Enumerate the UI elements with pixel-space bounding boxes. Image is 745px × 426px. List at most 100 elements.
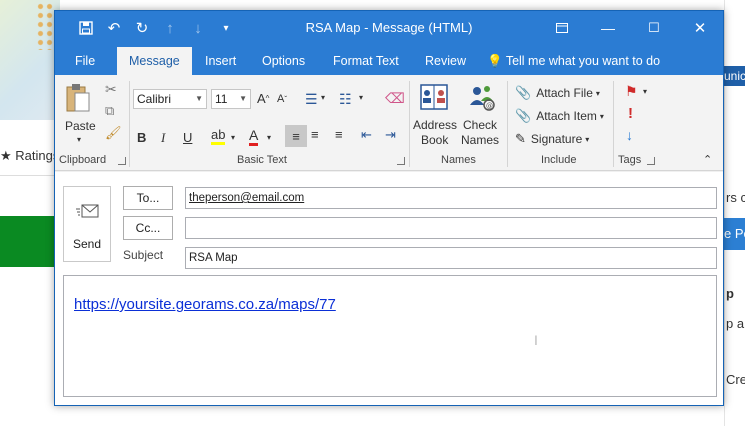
title-bar: ↶ ↻ ↑ ↓ ▾ RSA Map - Message (HTML) — ☐ ✕ xyxy=(55,11,723,45)
text-cursor-icon: I xyxy=(534,332,538,348)
tab-review[interactable]: Review xyxy=(413,47,478,75)
bold-icon[interactable]: B xyxy=(137,130,146,145)
background-right-text: p xyxy=(726,286,734,301)
increase-indent-icon[interactable]: ⇥ xyxy=(385,127,396,143)
grow-font-icon[interactable]: A ^ xyxy=(257,91,269,106)
clear-formatting-icon[interactable]: ⌫ xyxy=(385,90,405,107)
group-separator xyxy=(409,81,410,167)
message-body[interactable]: https://yoursite.georams.co.za/maps/77 I xyxy=(63,275,717,397)
bullets-icon[interactable]: ☰ xyxy=(305,91,318,108)
tags-launcher-icon[interactable] xyxy=(647,157,655,165)
font-size-select[interactable]: 11 ▼ xyxy=(211,89,251,109)
underline-icon[interactable]: U xyxy=(183,130,192,145)
numbering-icon[interactable]: ☷ xyxy=(339,91,352,108)
cut-icon[interactable]: ✂ xyxy=(105,81,117,98)
align-center-icon[interactable]: ≡ xyxy=(311,127,319,142)
down-arrow-icon[interactable]: ↓ xyxy=(189,19,207,37)
attach-file-button[interactable]: 📎 Attach File ▾ xyxy=(515,85,600,101)
cc-button[interactable]: Cc... xyxy=(123,216,173,240)
ribbon-display-icon[interactable] xyxy=(539,11,585,45)
to-field[interactable]: theperson@email.com xyxy=(185,187,717,209)
background-divider xyxy=(0,175,55,176)
tab-message[interactable]: Message xyxy=(117,47,192,75)
send-icon xyxy=(76,203,100,222)
font-color-icon[interactable]: A xyxy=(249,127,259,146)
chevron-down-icon: ▾ xyxy=(599,111,604,121)
group-separator xyxy=(507,81,508,167)
tab-options[interactable]: Options xyxy=(250,47,317,75)
check-names-label[interactable]: Check xyxy=(463,118,497,132)
clipboard-launcher-icon[interactable] xyxy=(118,157,126,165)
background-ratings: ★ Ratings xyxy=(0,148,60,163)
background-right-panel xyxy=(724,0,745,426)
chevron-down-icon[interactable]: ▾ xyxy=(231,133,235,142)
address-book-label[interactable]: Address xyxy=(413,118,457,132)
send-button[interactable]: Send xyxy=(63,186,111,262)
lightbulb-icon: 💡 xyxy=(487,54,503,68)
signature-icon: ✎ xyxy=(515,131,526,146)
chevron-down-icon[interactable]: ▾ xyxy=(643,87,647,96)
to-button[interactable]: To... xyxy=(123,186,173,210)
low-importance-icon[interactable]: ↓ xyxy=(626,127,633,143)
shrink-font-icon[interactable]: Aˇ xyxy=(277,93,287,105)
decrease-indent-icon[interactable]: ⇤ xyxy=(361,127,372,143)
chevron-down-icon: ▼ xyxy=(239,94,247,103)
maximize-button[interactable]: ☐ xyxy=(631,11,677,45)
group-separator xyxy=(129,81,130,167)
up-arrow-icon[interactable]: ↑ xyxy=(161,19,179,37)
tags-group-label: Tags xyxy=(618,154,642,166)
send-label: Send xyxy=(72,237,102,251)
tab-format-text[interactable]: Format Text xyxy=(321,47,411,75)
highlight-icon[interactable]: ab xyxy=(211,127,226,145)
high-importance-icon[interactable]: ! xyxy=(628,105,633,122)
chevron-down-icon: ▼ xyxy=(195,94,203,103)
undo-icon[interactable]: ↶ xyxy=(105,19,123,37)
follow-up-flag-icon[interactable]: ⚑ xyxy=(625,83,638,100)
svg-text:@: @ xyxy=(486,102,493,110)
customize-toolbar-icon[interactable]: ▾ xyxy=(217,19,235,37)
tab-insert[interactable]: Insert xyxy=(193,47,248,75)
font-name-select[interactable]: Calibri ▼ xyxy=(133,89,207,109)
group-separator xyxy=(613,81,614,167)
save-icon[interactable] xyxy=(77,19,95,37)
message-window: ↶ ↻ ↑ ↓ ▾ RSA Map - Message (HTML) — ☐ ✕… xyxy=(54,10,724,406)
italic-icon[interactable]: I xyxy=(161,130,165,146)
background-map-markers xyxy=(36,2,54,50)
cc-field[interactable] xyxy=(185,217,717,239)
attach-item-button[interactable]: 📎 Attach Item ▾ xyxy=(515,108,604,124)
paste-button[interactable] xyxy=(65,83,93,113)
background-right-text: rs c xyxy=(726,190,745,205)
basic-text-group-label: Basic Text xyxy=(237,154,287,166)
signature-button[interactable]: ✎ Signature ▾ xyxy=(515,131,589,147)
basic-text-launcher-icon[interactable] xyxy=(397,157,405,165)
clipboard-group-label: Clipboard xyxy=(59,154,107,166)
clipboard-icon xyxy=(66,84,90,112)
collapse-ribbon-icon[interactable]: ⌃ xyxy=(703,153,712,166)
subject-field[interactable]: RSA Map xyxy=(185,247,717,269)
chevron-down-icon: ▾ xyxy=(585,134,590,144)
close-button[interactable]: ✕ xyxy=(677,11,723,45)
chevron-down-icon[interactable]: ▾ xyxy=(267,133,271,142)
map-link[interactable]: https://yoursite.georams.co.za/maps/77 xyxy=(74,296,336,313)
check-names-label-2[interactable]: Names xyxy=(461,133,499,147)
format-painter-icon[interactable]: 🖌 xyxy=(105,125,122,141)
compose-area: Send To... theperson@email.com Cc... Sub… xyxy=(55,172,723,405)
minimize-button[interactable]: — xyxy=(585,11,631,45)
align-left-icon[interactable]: ≡ xyxy=(285,125,307,147)
copy-icon[interactable]: ⧉ xyxy=(105,103,114,119)
align-right-icon[interactable]: ≡ xyxy=(335,127,343,142)
subject-label: Subject xyxy=(123,248,164,262)
address-book-label-2[interactable]: Book xyxy=(421,133,448,147)
paste-label[interactable]: Paste xyxy=(65,119,96,133)
tab-file[interactable]: File xyxy=(63,47,107,75)
address-book-icon[interactable] xyxy=(419,83,449,111)
paperclip-icon: 📎 xyxy=(515,85,532,100)
paste-dropdown-icon[interactable]: ▾ xyxy=(77,135,81,144)
background-right-text: Cre xyxy=(726,372,745,387)
chevron-down-icon[interactable]: ▾ xyxy=(359,93,363,102)
tell-me-search[interactable]: 💡 Tell me what you want to do xyxy=(487,47,660,75)
background-green-bar xyxy=(0,216,55,267)
chevron-down-icon[interactable]: ▾ xyxy=(321,93,325,102)
check-names-icon[interactable]: @ xyxy=(467,83,497,113)
redo-icon[interactable]: ↻ xyxy=(133,19,151,37)
